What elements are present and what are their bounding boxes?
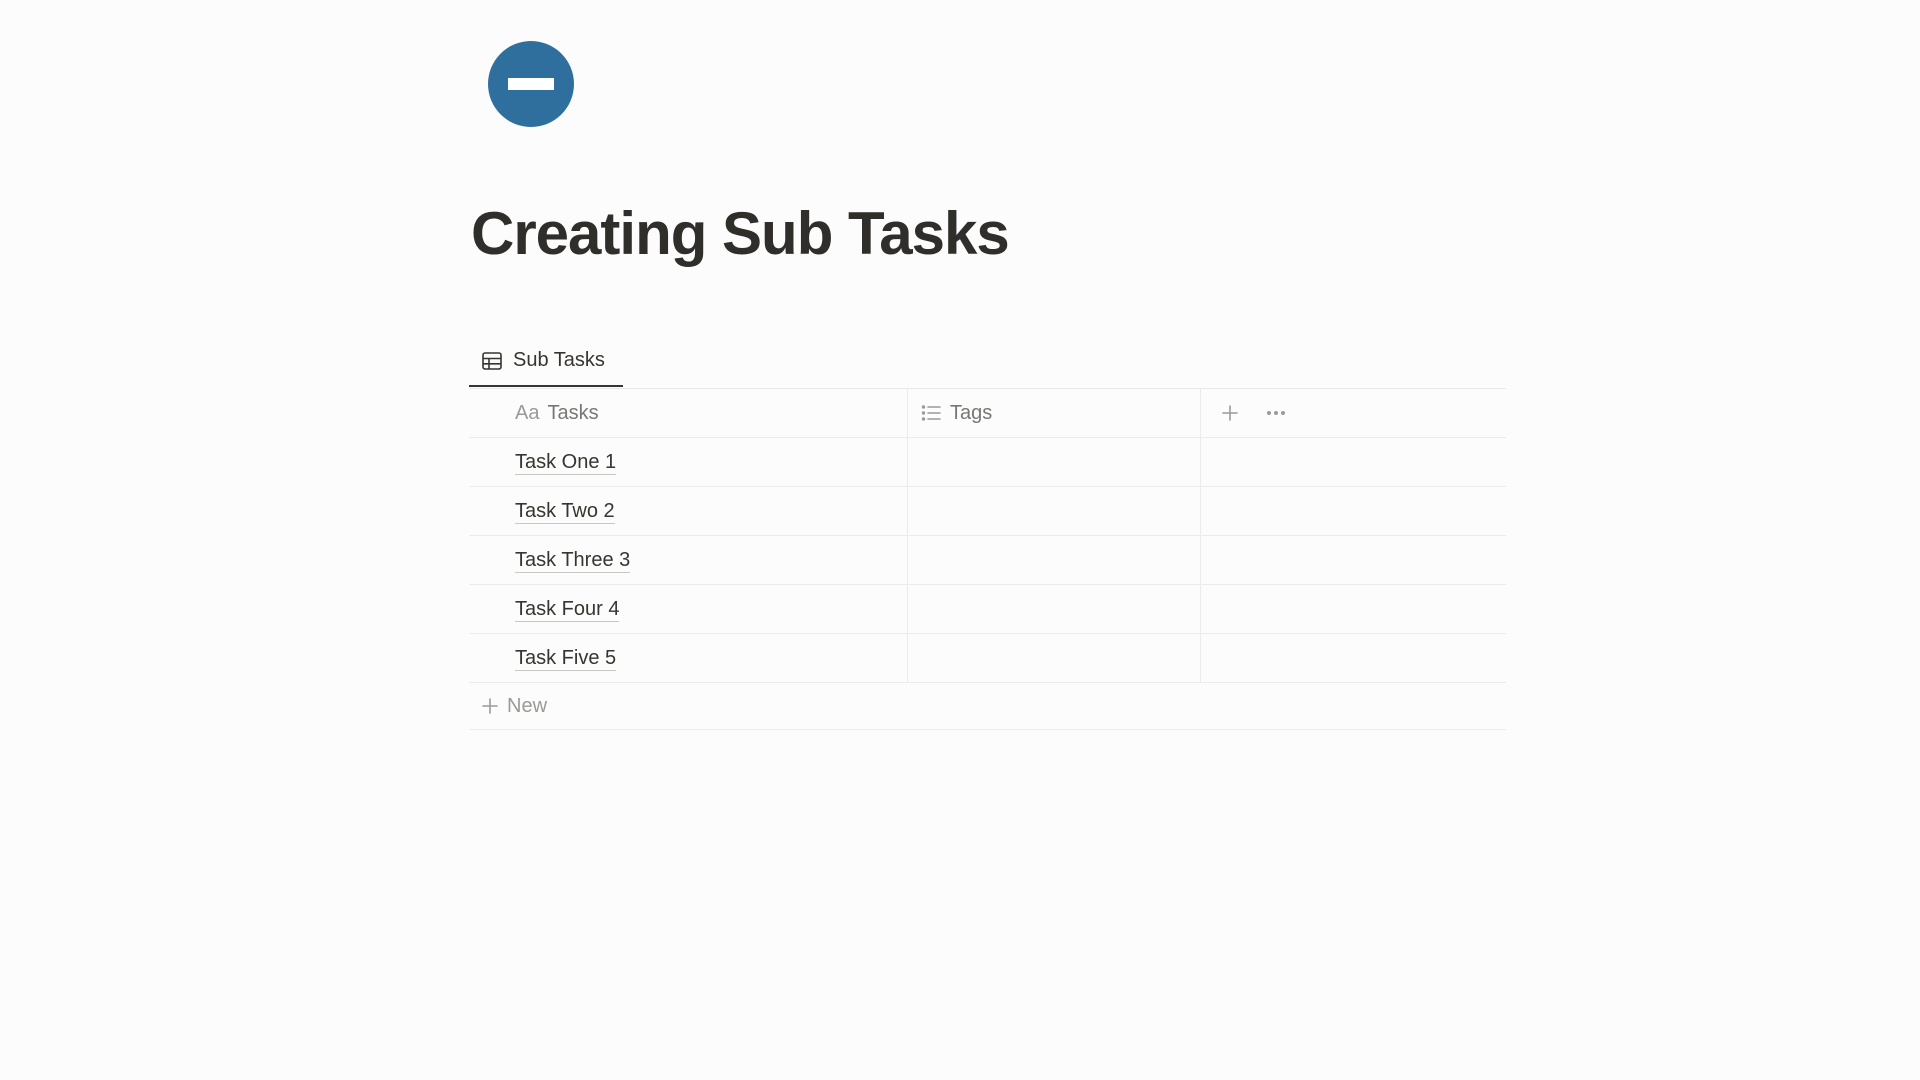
column-label: Tags bbox=[950, 401, 993, 424]
header-actions bbox=[1201, 389, 1506, 437]
title-cell[interactable]: Task One 1 bbox=[469, 438, 908, 486]
task-title[interactable]: Task One 1 bbox=[515, 450, 617, 475]
column-header-tasks[interactable]: Aa Tasks bbox=[469, 389, 908, 437]
empty-cell bbox=[1201, 487, 1506, 535]
table-header: Aa Tasks Tags bbox=[469, 389, 1506, 438]
table-row[interactable]: Task Five 5 bbox=[469, 634, 1506, 683]
task-title[interactable]: Task Three 3 bbox=[515, 548, 631, 573]
empty-cell bbox=[1201, 438, 1506, 486]
new-row-button[interactable]: New bbox=[469, 683, 1506, 730]
task-title[interactable]: Task Five 5 bbox=[515, 646, 617, 671]
table-row[interactable]: Task One 1 bbox=[469, 438, 1506, 487]
tags-cell[interactable] bbox=[908, 634, 1201, 682]
plus-icon[interactable] bbox=[1213, 396, 1247, 430]
column-header-tags[interactable]: Tags bbox=[908, 389, 1201, 437]
tags-cell[interactable] bbox=[908, 487, 1201, 535]
task-title[interactable]: Task Four 4 bbox=[515, 597, 620, 622]
empty-cell bbox=[1201, 634, 1506, 682]
minus-circle-icon bbox=[488, 41, 574, 127]
view-tabs: Sub Tasks bbox=[469, 336, 1506, 389]
plus-icon bbox=[481, 697, 499, 715]
ellipsis-icon[interactable] bbox=[1259, 396, 1293, 430]
title-cell[interactable]: Task Two 2 bbox=[469, 487, 908, 535]
tags-cell[interactable] bbox=[908, 536, 1201, 584]
table-row[interactable]: Task Three 3 bbox=[469, 536, 1506, 585]
tab-sub-tasks[interactable]: Sub Tasks bbox=[469, 336, 623, 387]
title-cell[interactable]: Task Five 5 bbox=[469, 634, 908, 682]
database-table: Sub Tasks Aa Tasks Tags Task One 1 Task … bbox=[469, 336, 1506, 730]
empty-cell bbox=[1201, 585, 1506, 633]
title-cell[interactable]: Task Four 4 bbox=[469, 585, 908, 633]
page-title[interactable]: Creating Sub Tasks bbox=[471, 196, 1010, 272]
empty-cell bbox=[1201, 536, 1506, 584]
new-row-label: New bbox=[507, 694, 548, 717]
page-icon[interactable] bbox=[488, 41, 574, 127]
task-title[interactable]: Task Two 2 bbox=[515, 499, 615, 524]
table-row[interactable]: Task Two 2 bbox=[469, 487, 1506, 536]
tags-cell[interactable] bbox=[908, 438, 1201, 486]
title-cell[interactable]: Task Three 3 bbox=[469, 536, 908, 584]
column-label: Tasks bbox=[547, 401, 599, 424]
tags-cell[interactable] bbox=[908, 585, 1201, 633]
text-aa-icon: Aa bbox=[515, 401, 540, 424]
table-icon bbox=[481, 350, 503, 372]
page: Creating Sub Tasks Sub Tasks Aa Tasks Ta… bbox=[0, 0, 1920, 1080]
list-icon bbox=[920, 402, 942, 424]
table-row[interactable]: Task Four 4 bbox=[469, 585, 1506, 634]
tab-label: Sub Tasks bbox=[513, 349, 605, 371]
